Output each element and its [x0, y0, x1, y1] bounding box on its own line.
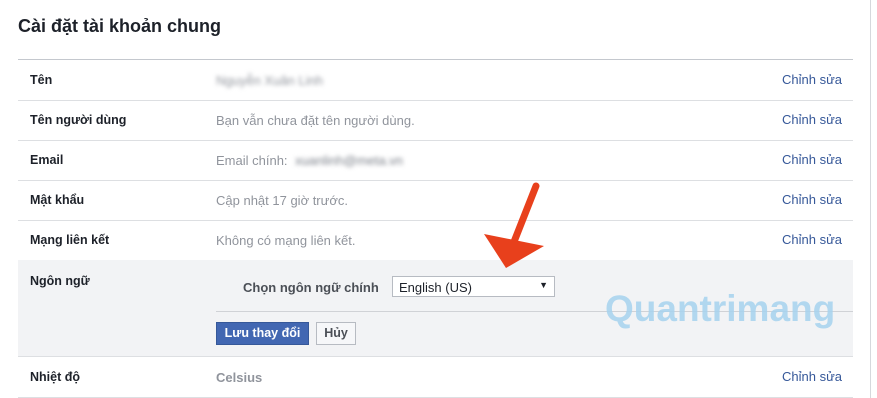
settings-row-name: Tên Nguyễn Xuân Linh Chỉnh sửa — [18, 60, 853, 101]
language-selected-value: English (US) — [399, 280, 472, 295]
row-value: Cập nhật 17 giờ trước. — [216, 193, 348, 208]
settings-row-temperature: Nhiệt độ Celsius Chỉnh sửa — [18, 357, 853, 398]
settings-row-username: Tên người dùng Bạn vẫn chưa đặt tên ngườ… — [18, 100, 853, 141]
settings-row-email: Email Email chính: xuanlinh@meta.vn Chỉn… — [18, 140, 853, 181]
row-label: Tên — [30, 73, 53, 87]
settings-row-password: Mật khẩu Cập nhật 17 giờ trước. Chỉnh sử… — [18, 180, 853, 221]
watermark-logo: Quantrimang — [605, 288, 836, 329]
edit-password-link[interactable]: Chỉnh sửa — [782, 192, 842, 207]
row-label: Mật khẩu — [30, 193, 85, 207]
save-changes-button[interactable]: Lưu thay đổi — [216, 322, 309, 345]
annotation-arrow-icon — [484, 182, 544, 268]
panel-right-border — [870, 0, 871, 398]
row-label: Email — [30, 153, 64, 167]
row-value: Celsius — [216, 370, 263, 385]
row-label: Ngôn ngữ — [30, 274, 90, 288]
row-label: Tên người dùng — [30, 113, 127, 127]
cancel-button[interactable]: Hủy — [316, 322, 356, 345]
row-label: Nhiệt độ — [30, 370, 80, 384]
row-label: Mạng liên kết — [30, 233, 110, 247]
row-value: Email chính: xuanlinh@meta.vn — [216, 153, 403, 168]
edit-networks-link[interactable]: Chỉnh sửa — [782, 232, 842, 247]
email-prefix: Email chính: — [216, 153, 288, 168]
dropdown-caret-icon: ▼ — [539, 280, 548, 290]
language-prompt: Chọn ngôn ngữ chính — [243, 280, 379, 295]
edit-temperature-link[interactable]: Chỉnh sửa — [782, 369, 842, 384]
edit-name-link[interactable]: Chỉnh sửa — [782, 72, 842, 87]
email-address: xuanlinh@meta.vn — [295, 153, 404, 168]
row-value: Nguyễn Xuân Linh — [216, 73, 323, 88]
language-select[interactable]: English (US) ▼ — [392, 276, 555, 297]
settings-row-language-expanded: Ngôn ngữ Chọn ngôn ngữ chính English (US… — [18, 260, 853, 357]
settings-row-networks: Mạng liên kết Không có mạng liên kết. Ch… — [18, 220, 853, 261]
edit-username-link[interactable]: Chỉnh sửa — [782, 112, 842, 127]
page-title: Cài đặt tài khoản chung — [18, 16, 222, 36]
edit-email-link[interactable]: Chỉnh sửa — [782, 152, 842, 167]
row-value: Không có mạng liên kết. — [216, 233, 356, 248]
row-value: Bạn vẫn chưa đặt tên người dùng. — [216, 113, 415, 128]
